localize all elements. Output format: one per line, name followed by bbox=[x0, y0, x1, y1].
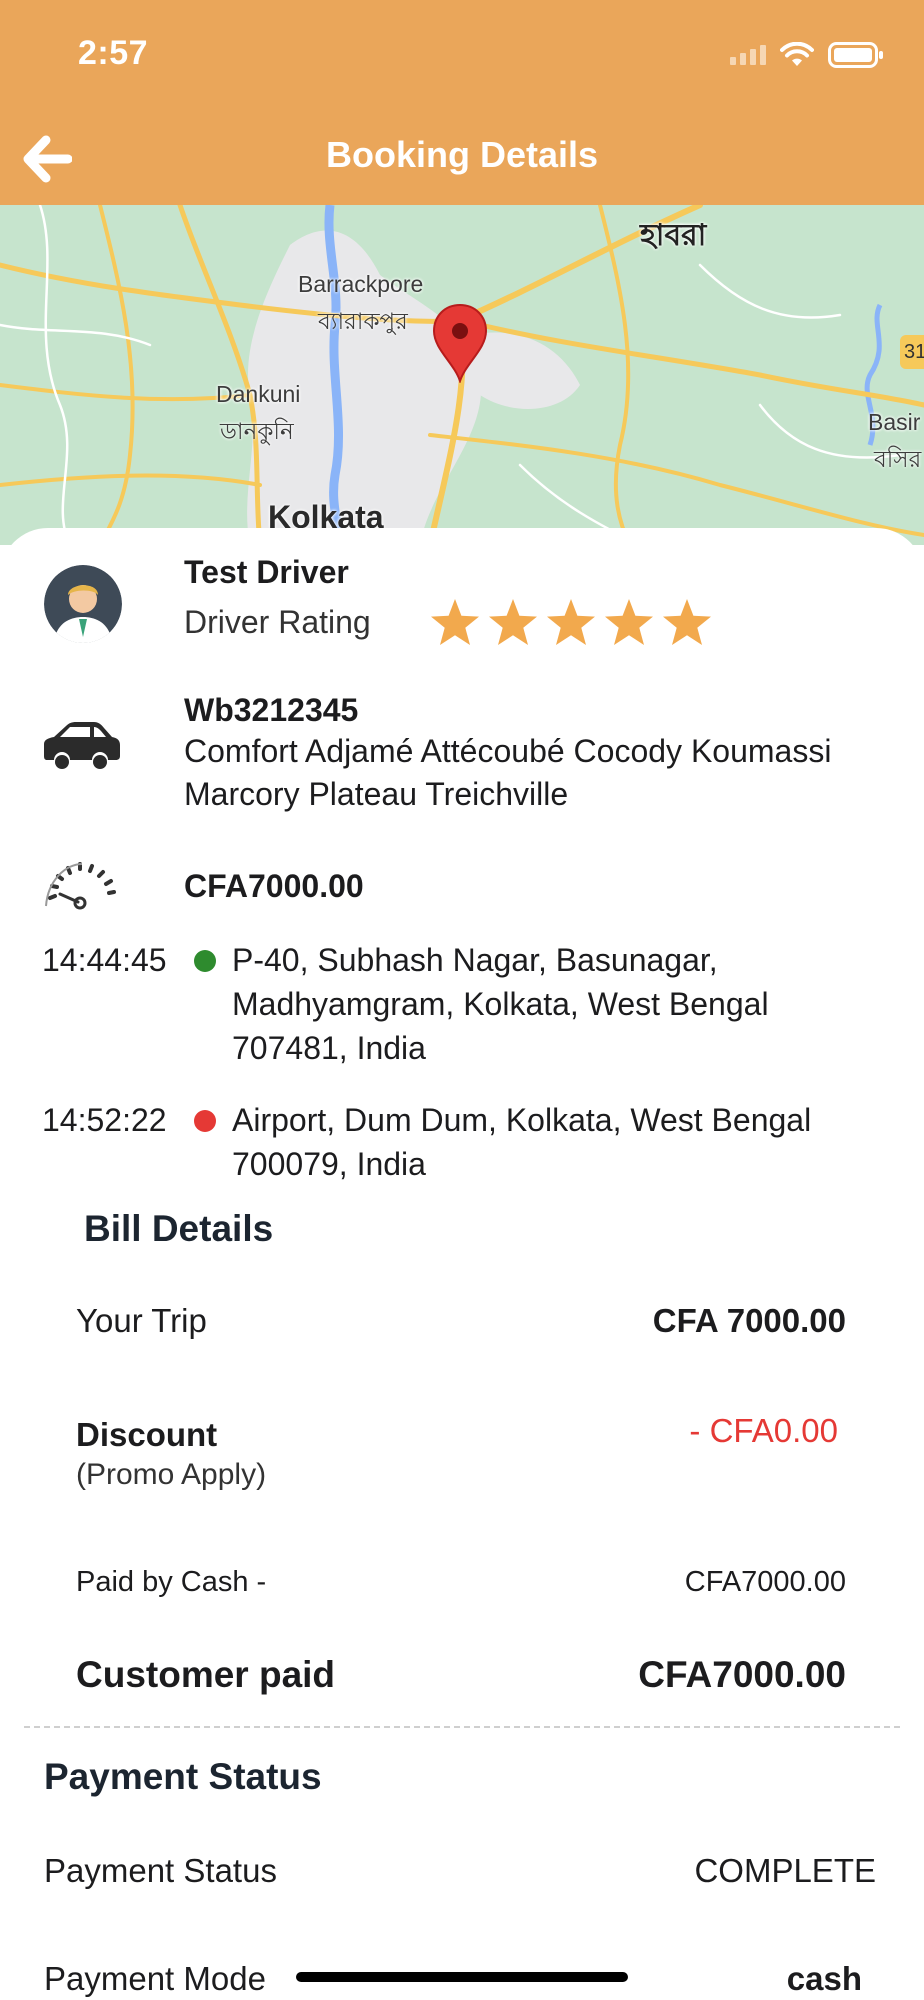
star-icon bbox=[547, 599, 595, 645]
pickup-dot-icon bbox=[194, 950, 216, 972]
battery-icon bbox=[828, 42, 884, 68]
map-road-badge: 31 bbox=[904, 341, 924, 363]
dropoff-time: 14:52:22 bbox=[42, 1102, 167, 1138]
pickup-time: 14:44:45 bbox=[42, 942, 167, 978]
discount-value: - CFA0.00 bbox=[689, 1412, 838, 1449]
vehicle-plate: Wb3212345 bbox=[184, 692, 359, 728]
discount-sublabel: (Promo Apply) bbox=[76, 1458, 267, 1491]
map-label-basirhat-bn: বসির bbox=[874, 446, 922, 472]
driver-rating-stars bbox=[428, 596, 714, 650]
bill-details-title: Bill Details bbox=[84, 1208, 274, 1249]
cellular-signal-icon bbox=[730, 45, 766, 65]
star-icon bbox=[663, 599, 711, 645]
your-trip-value: CFA 7000.00 bbox=[652, 1302, 846, 1339]
divider bbox=[24, 1726, 900, 1728]
home-indicator bbox=[296, 1972, 628, 1982]
driver-avatar bbox=[44, 565, 122, 643]
pickup-stop: 14:44:45 P-40, Subhash Nagar, Basunagar,… bbox=[42, 938, 872, 1070]
driver-rating-label: Driver Rating bbox=[184, 604, 371, 640]
payment-status-title: Payment Status bbox=[44, 1756, 322, 1797]
dropoff-dot-icon bbox=[194, 1110, 216, 1132]
pickup-address: P-40, Subhash Nagar, Basunagar, Madhyamg… bbox=[232, 942, 769, 1066]
payment-status-label: Payment Status bbox=[44, 1852, 277, 1889]
map-label-dankuni: Dankuni bbox=[216, 381, 301, 407]
map-label-basirhat: Basir bbox=[868, 409, 921, 435]
car-icon bbox=[42, 718, 122, 772]
page-title: Booking Details bbox=[325, 134, 599, 175]
fare-amount: CFA7000.00 bbox=[184, 868, 364, 904]
discount-label: Discount bbox=[76, 1416, 218, 1453]
customer-paid-value: CFA7000.00 bbox=[638, 1654, 846, 1695]
app-header: 2:57 Booking Details bbox=[0, 0, 924, 205]
your-trip-label: Your Trip bbox=[76, 1302, 207, 1339]
star-icon bbox=[431, 599, 479, 645]
vehicle-description: Comfort Adjamé Attécoubé Cocody Koumassi… bbox=[184, 733, 832, 812]
status-time: 2:57 bbox=[78, 34, 149, 72]
map-pin-icon[interactable] bbox=[432, 303, 488, 383]
driver-name: Test Driver bbox=[184, 554, 349, 590]
paid-by-value: CFA7000.00 bbox=[684, 1566, 846, 1598]
star-icon bbox=[605, 599, 653, 645]
customer-paid-label: Customer paid bbox=[76, 1654, 336, 1695]
star-icon bbox=[489, 599, 537, 645]
map-label-dankuni-bn: ডানকুনি bbox=[220, 418, 294, 444]
payment-mode-label: Payment Mode bbox=[44, 1960, 266, 1997]
dropoff-stop: 14:52:22 Airport, Dum Dum, Kolkata, West… bbox=[42, 1098, 872, 1186]
paid-by-label: Paid by Cash - bbox=[76, 1566, 267, 1598]
map-label-howrah-bn: হাবরা bbox=[640, 219, 707, 252]
status-icons bbox=[730, 40, 884, 70]
wifi-icon bbox=[780, 42, 814, 68]
map-label-barrackpore-bn: ব্যারাকপুর bbox=[318, 308, 408, 334]
payment-mode-value: cash bbox=[786, 1960, 862, 1997]
payment-status-value: COMPLETE bbox=[694, 1852, 876, 1889]
speedometer-icon bbox=[42, 854, 122, 914]
map-label-barrackpore: Barrackpore bbox=[298, 271, 424, 297]
dropoff-address: Airport, Dum Dum, Kolkata, West Bengal 7… bbox=[232, 1102, 812, 1182]
route-map[interactable]: হাবরা Barrackpore ব্যারাকপুর Dankuni ডান… bbox=[0, 205, 924, 545]
